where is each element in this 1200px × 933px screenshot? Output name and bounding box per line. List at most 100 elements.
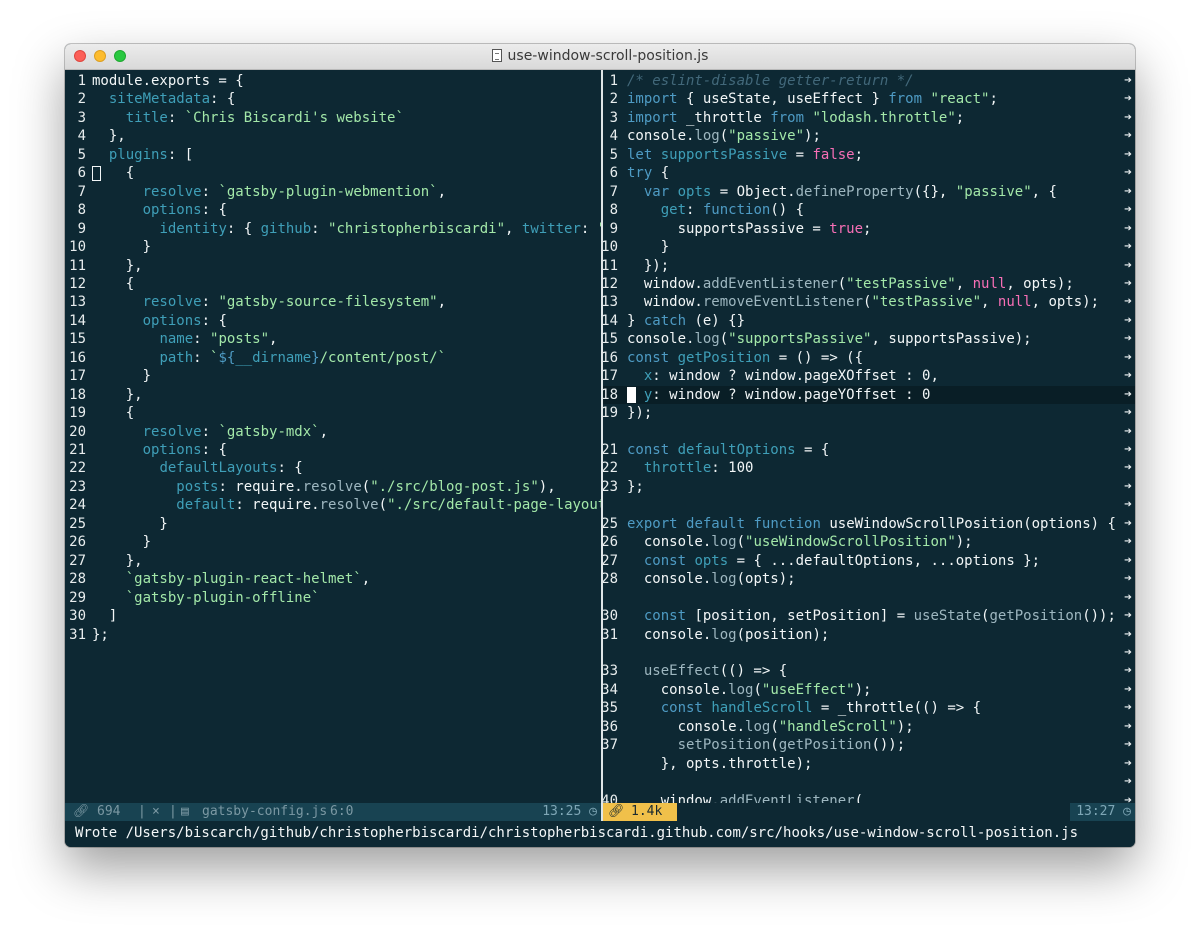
code-text: },	[92, 386, 143, 403]
code-line[interactable]: 17 }	[65, 367, 601, 385]
line-number: 16	[603, 349, 618, 366]
code-line[interactable]: ➔	[603, 496, 1135, 514]
code-line[interactable]: 19 {	[65, 404, 601, 422]
code-line[interactable]: 5 plugins: [	[65, 146, 601, 164]
line-number: 16	[69, 349, 86, 366]
code-line[interactable]: 13 window.removeEventListener("testPassi…	[603, 293, 1135, 311]
code-line[interactable]: 31};	[65, 626, 601, 644]
code-line[interactable]: 2 import { useState, useEffect } from "re…	[603, 90, 1135, 108]
code-line[interactable]: 1 /* eslint-disable getter-return */ ➔	[603, 72, 1135, 90]
code-line[interactable]: 14} catch (e) {} ➔	[603, 312, 1135, 330]
code-line[interactable]: 12 window.addEventListener("testPassive"…	[603, 275, 1135, 293]
code-line[interactable]: 33 useEffect(() => {➔	[603, 662, 1135, 680]
line-number: 11	[603, 257, 618, 274]
code-line[interactable]: 28 `gatsby-plugin-react-helmet`,	[65, 570, 601, 588]
code-line[interactable]: 10 }	[65, 238, 601, 256]
line-count: 694	[97, 804, 121, 819]
code-line[interactable]: 16 const getPosition = () => ({➔	[603, 349, 1135, 367]
line-number: 12	[69, 275, 86, 292]
code-line[interactable]: 29 `gatsby-plugin-offline`	[65, 589, 601, 607]
wrap-arrow-icon: ➔	[1124, 644, 1132, 660]
code-line[interactable]: 35 const handleScroll = _throttle(() => …	[603, 699, 1135, 717]
code-line[interactable]: 20 resolve: `gatsby-mdx`,	[65, 423, 601, 441]
code-line[interactable]: 2 siteMetadata: {	[65, 90, 601, 108]
code-line[interactable]: 27 },	[65, 552, 601, 570]
code-line[interactable]: 30 const [position, setPosition] = useSt…	[603, 607, 1135, 625]
code-line[interactable]: 18 y: window ? window.pageYOffset : 0 ➔	[603, 385, 1135, 404]
code-line[interactable]: 11 }); ➔	[603, 257, 1135, 275]
code-line[interactable]: 10 } ➔	[603, 238, 1135, 256]
code-line[interactable]: 3 title: `Chris Biscardi's website`	[65, 109, 601, 127]
code-line[interactable]: 23 posts: require.resolve("./src/blog-po…	[65, 478, 601, 496]
code-line[interactable]: 6 {	[65, 164, 601, 182]
code-line[interactable]: 21 const defaultOptions = {➔	[603, 441, 1135, 459]
line-number: 22	[69, 460, 86, 477]
line-number: 18	[69, 386, 86, 403]
code-line[interactable]: ➔	[603, 423, 1135, 441]
code-line[interactable]: 7 resolve: `gatsby-plugin-webmention`,	[65, 183, 601, 201]
code-line[interactable]: 34 console.log("useEffect"); ➔	[603, 681, 1135, 699]
code-line[interactable]: 36 console.log("handleScroll"); ➔	[603, 718, 1135, 736]
code-line[interactable]: 24 default: require.resolve("./src/defau…	[65, 496, 601, 514]
wrap-arrow-icon: ➔	[1124, 423, 1132, 439]
code-line[interactable]: 31 console.log(position); ➔	[603, 626, 1135, 644]
command-line[interactable]: Wrote /Users/biscarch/github/christopher…	[65, 821, 1135, 847]
code-line[interactable]: 9 supportsPassive = true; ➔	[603, 220, 1135, 238]
code-line[interactable]: 23}; ➔	[603, 478, 1135, 496]
wrap-arrow-icon: ➔	[1124, 386, 1132, 402]
code-line[interactable]: 40 window.addEventListener(➔	[603, 792, 1135, 803]
code-line[interactable]: 22 defaultLayouts: {	[65, 459, 601, 477]
code-line[interactable]: 25 }	[65, 515, 601, 533]
code-line[interactable]: 16 path: `${__dirname}/content/post/`	[65, 349, 601, 367]
right-editor-pane[interactable]: 1 /* eslint-disable getter-return */ ➔ 2 imp…	[603, 70, 1135, 803]
code-text: `gatsby-plugin-react-helmet`,	[125, 571, 371, 588]
close-icon[interactable]: ×	[152, 803, 160, 821]
code-line[interactable]: 13 resolve: "gatsby-source-filesystem",	[65, 293, 601, 311]
code-line[interactable]: 15 name: "posts",	[65, 330, 601, 348]
code-line[interactable]: 9 identity: { github: "christopherbiscar…	[65, 220, 601, 238]
code-line[interactable]: 4 },	[65, 127, 601, 145]
code-line[interactable]: ➔	[603, 644, 1135, 662]
code-line[interactable]: 15 console.log("supportsPassive", support…	[603, 330, 1135, 348]
left-editor-pane[interactable]: 1 module.exports = {2 siteMetadata: {3 ti…	[65, 70, 601, 803]
line-number: 14	[603, 312, 618, 329]
code-line[interactable]: 28 console.log(opts); ➔	[603, 570, 1135, 588]
line-number: 34	[603, 681, 618, 698]
code-line[interactable]: 27 const opts = { ...defaultOptions, ...…	[603, 552, 1135, 570]
code-line[interactable]: 26 console.log("useWindowScrollPosition"…	[603, 533, 1135, 551]
code-line[interactable]: 25 export default function useWindowScrol…	[603, 515, 1135, 533]
code-line[interactable]: ➔	[603, 589, 1135, 607]
code-line[interactable]: 3 import _throttle from "lodash.throttle"…	[603, 109, 1135, 127]
code-text: };	[627, 478, 644, 495]
code-line[interactable]: 8 options: {	[65, 201, 601, 219]
code-text: console.log(opts);	[627, 571, 796, 588]
code-line[interactable]: 12 {	[65, 275, 601, 293]
line-number: 19	[603, 405, 618, 422]
line-number: 2	[77, 91, 86, 108]
code-line[interactable]: 7 var opts = Object.defineProperty({}, "…	[603, 183, 1135, 201]
code-line[interactable]: 17 x: window ? window.pageXOffset : 0, ➔	[603, 367, 1135, 385]
code-line[interactable]: 18 },	[65, 386, 601, 404]
code-line[interactable]: 14 options: {	[65, 312, 601, 330]
code-line[interactable]: ➔	[603, 773, 1135, 791]
code-line[interactable]: 19}); ➔	[603, 404, 1135, 422]
wrap-arrow-icon: ➔	[1124, 257, 1132, 273]
file-size: 1.4k	[631, 804, 663, 819]
code-line[interactable]: 1 module.exports = {	[65, 72, 601, 90]
code-line[interactable]: 37 setPosition(getPosition()); ➔	[603, 736, 1135, 754]
code-line[interactable]: 26 }	[65, 533, 601, 551]
code-line[interactable]: 8 get: function() {➔	[603, 201, 1135, 219]
line-number: 18	[603, 386, 618, 403]
code-line[interactable]: 30 ]	[65, 607, 601, 625]
code-line[interactable]: 5 let supportsPassive = false; ➔	[603, 146, 1135, 164]
code-line[interactable]: 6 try {➔	[603, 164, 1135, 182]
wrap-arrow-icon: ➔	[1124, 534, 1132, 550]
code-line[interactable]: 21 options: {	[65, 441, 601, 459]
code-line[interactable]: 11 },	[65, 257, 601, 275]
code-line[interactable]: 4 console.log("passive"); ➔	[603, 127, 1135, 145]
code-line[interactable]: }, opts.throttle); ➔	[603, 755, 1135, 773]
code-text: y: window ? window.pageYOffset : 0	[643, 386, 931, 403]
line-number: 8	[609, 202, 618, 219]
wrap-arrow-icon: ➔	[1124, 165, 1132, 181]
code-line[interactable]: 22 throttle: 100 ➔	[603, 459, 1135, 477]
